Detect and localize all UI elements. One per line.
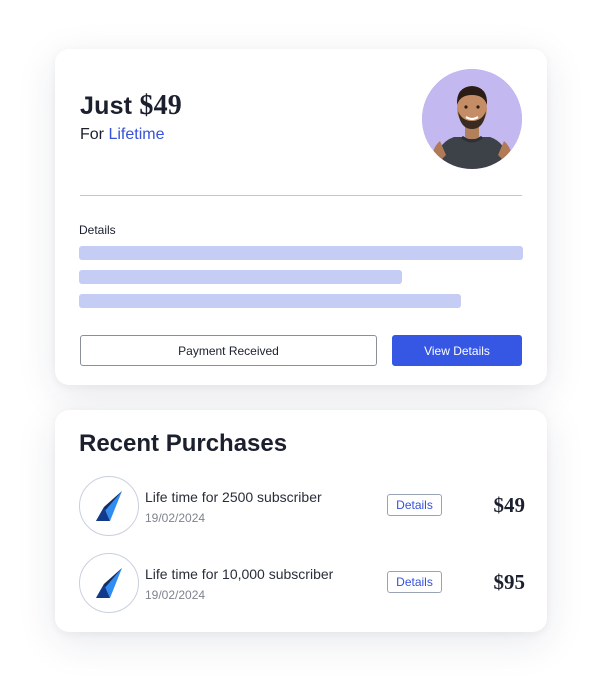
price-period: For Lifetime — [80, 126, 164, 144]
purchase-date: 19/02/2024 — [145, 511, 206, 525]
view-details-button[interactable]: View Details — [392, 335, 522, 366]
purchase-price: $49 — [493, 493, 526, 517]
pricing-card: Just $49 For Lifetime Details Payment Re… — [55, 49, 547, 385]
price-heading: Just $49 — [80, 90, 182, 122]
person-avatar-icon — [422, 69, 522, 169]
divider — [80, 195, 522, 196]
paper-plane-logo-icon — [79, 553, 139, 613]
purchase-details-button[interactable]: Details — [387, 494, 442, 516]
period-prefix: For — [80, 126, 104, 143]
purchase-date: 19/02/2024 — [145, 588, 206, 602]
price-amount: $49 — [139, 90, 182, 121]
recent-purchases-card: Recent Purchases Life time for 2500 subs… — [55, 410, 547, 632]
purchase-row: Life time for 10,000 subscriber 19/02/20… — [55, 553, 547, 613]
purchase-row: Life time for 2500 subscriber 19/02/2024… — [55, 476, 547, 536]
payment-received-button[interactable]: Payment Received — [80, 335, 377, 366]
purchase-title: Life time for 2500 subscriber — [145, 489, 322, 505]
recent-purchases-title: Recent Purchases — [79, 430, 288, 457]
purchase-price: $95 — [493, 570, 526, 594]
details-placeholder-line — [79, 246, 523, 260]
purchase-details-button[interactable]: Details — [387, 571, 442, 593]
price-prefix: Just — [80, 92, 133, 120]
details-placeholder-line — [79, 270, 402, 284]
avatar — [422, 69, 522, 169]
paper-plane-logo-icon — [79, 476, 139, 536]
purchase-title: Life time for 10,000 subscriber — [145, 566, 334, 582]
details-label: Details — [79, 223, 116, 237]
period-highlight: Lifetime — [108, 126, 165, 143]
details-placeholder-line — [79, 294, 461, 308]
